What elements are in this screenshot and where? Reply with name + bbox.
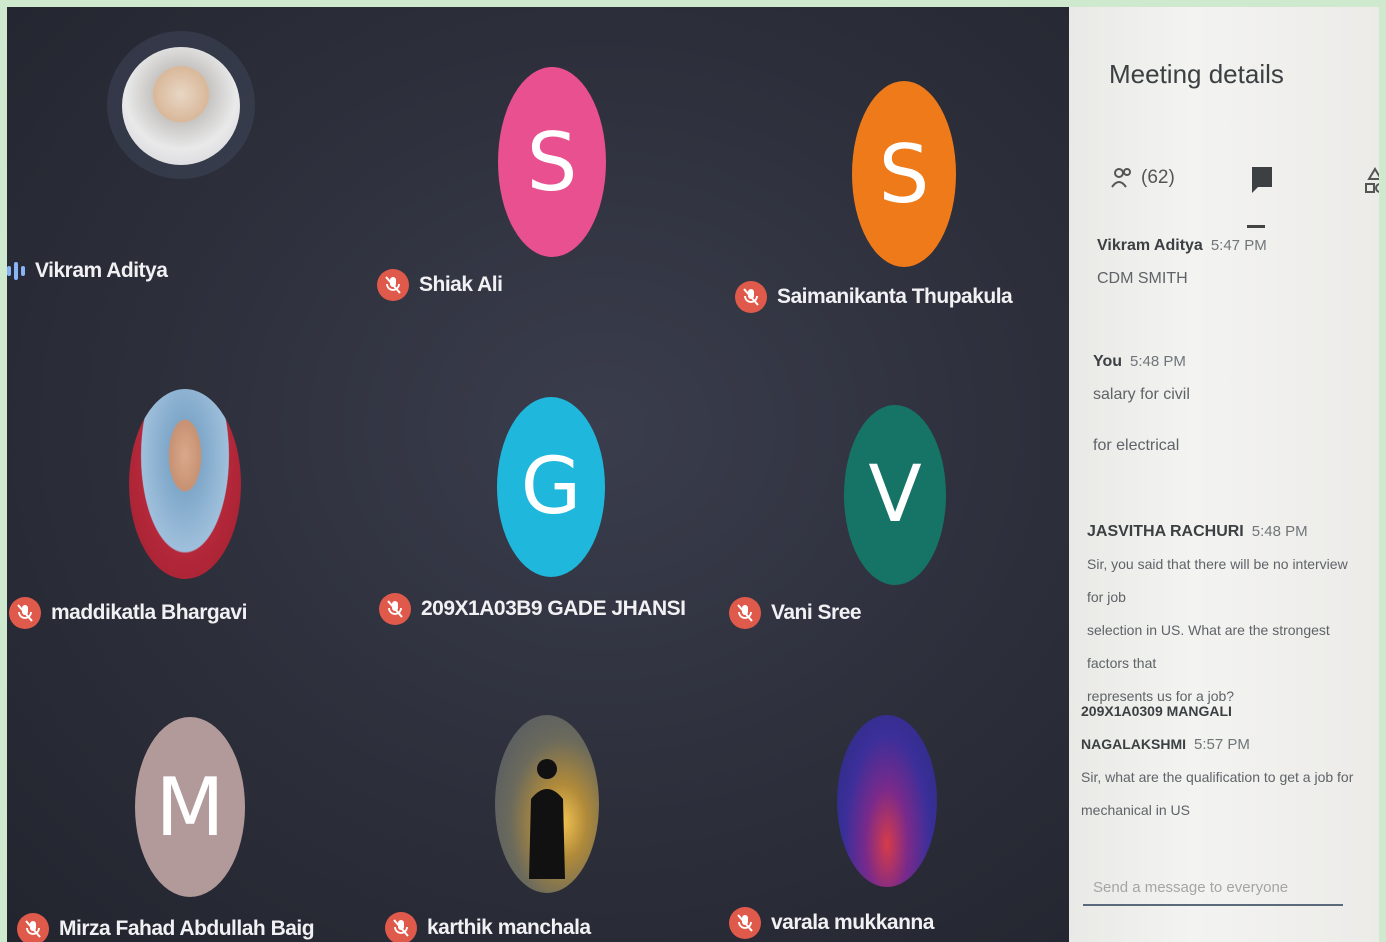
active-tab-indicator (1247, 225, 1265, 228)
participant-tile[interactable]: S Saimanikanta Thupakula (727, 7, 1087, 337)
message-text: Sir, you said that there will be no inte… (1087, 556, 1348, 605)
tab-chat[interactable] (1249, 165, 1275, 200)
message-text: selection in US. What are the strongest … (1087, 622, 1330, 671)
chat-message: JASVITHA RACHURI 5:48 PM Sir, you said th… (1087, 515, 1357, 713)
muted-mic-icon (735, 281, 767, 313)
participant-avatar: S (498, 67, 606, 257)
participant-tile[interactable]: V Vani Sree (727, 347, 1087, 657)
tab-activities[interactable] (1364, 167, 1379, 204)
avatar-initial: G (520, 442, 582, 532)
panel-title: Meeting details (1109, 59, 1284, 89)
avatar-initial: V (868, 450, 922, 540)
people-count: (62) (1141, 167, 1175, 188)
avatar-initial: S (526, 115, 578, 209)
muted-mic-icon (729, 907, 761, 939)
participant-photo (129, 389, 241, 579)
participant-name: maddikatla Bhargavi (51, 601, 247, 624)
participant-tile[interactable]: M Mirza Fahad Abdullah Baig (7, 667, 357, 942)
meeting-details-panel: Meeting details (62) Vikram Aditya 5:47 P… (1069, 7, 1379, 942)
participant-tile[interactable]: maddikatla Bhargavi (7, 347, 357, 657)
participant-name: Saimanikanta Thupakula (777, 285, 1013, 308)
participant-avatar: S (852, 81, 956, 267)
silhouette-icon (529, 759, 565, 879)
speaking-indicator-icon (7, 262, 25, 280)
muted-mic-icon (729, 597, 761, 629)
participant-avatar: G (497, 397, 605, 577)
participant-avatar: V (844, 405, 946, 585)
participant-name: Mirza Fahad Abdullah Baig (59, 917, 315, 940)
message-sender: Vikram Aditya (1097, 237, 1203, 254)
participant-name: varala mukkanna (771, 911, 934, 934)
muted-mic-icon (379, 593, 411, 625)
tab-people[interactable]: (62) (1109, 165, 1175, 191)
participant-name: Shiak Ali (419, 273, 503, 296)
message-text: mechanical in US (1081, 802, 1190, 818)
chat-message: Vikram Aditya 5:47 PM CDM SMITH (1097, 229, 1367, 295)
chat-message: 209X1A0309 MANGALI NAGALAKSHMI 5:57 PM Si… (1081, 695, 1371, 827)
avatar-initial: M (155, 760, 225, 854)
message-time: 5:47 PM (1210, 237, 1267, 254)
panel-tabs: (62) (1109, 165, 1379, 235)
muted-mic-icon (385, 912, 417, 942)
message-text: for electrical (1093, 437, 1180, 454)
meeting-window: Vikram Aditya S Shiak Ali S Saimanikanta… (7, 7, 1379, 942)
chat-icon (1252, 167, 1272, 193)
message-sender: JASVITHA RACHURI (1087, 523, 1244, 540)
muted-mic-icon (17, 913, 49, 942)
message-sender: You (1093, 353, 1123, 370)
message-text: CDM SMITH (1097, 270, 1188, 287)
participant-photo (495, 715, 599, 893)
participant-name: Vani Sree (771, 601, 862, 624)
avatar-initial: S (878, 127, 930, 221)
chat-message: You 5:48 PM salary for civil for electric… (1093, 345, 1363, 462)
participant-grid: Vikram Aditya S Shiak Ali S Saimanikanta… (7, 7, 1087, 942)
muted-mic-icon (9, 597, 41, 629)
message-text: salary for civil (1093, 386, 1190, 403)
participant-tile[interactable]: Vikram Aditya (7, 7, 357, 337)
chat-message-input[interactable]: Send a message to everyone (1083, 872, 1343, 906)
message-time: 5:57 PM (1194, 736, 1250, 753)
participant-name: Vikram Aditya (35, 259, 168, 282)
activities-icon (1365, 167, 1379, 193)
participant-photo (837, 715, 937, 887)
message-time: 5:48 PM (1130, 353, 1186, 370)
participant-avatar: M (135, 717, 245, 897)
participant-name: 209X1A03B9 GADE JHANSI (421, 597, 686, 620)
participant-tile[interactable]: G 209X1A03B9 GADE JHANSI (367, 347, 727, 657)
participant-photo (122, 47, 240, 165)
participant-tile[interactable]: S Shiak Ali (367, 7, 727, 337)
people-icon (1111, 168, 1131, 188)
muted-mic-icon (377, 269, 409, 301)
message-text: Sir, what are the qualification to get a… (1081, 769, 1354, 785)
participant-tile[interactable]: varala mukkanna (727, 667, 1087, 942)
participant-name: karthik manchala (427, 916, 591, 939)
message-time: 5:48 PM (1251, 523, 1308, 540)
participant-tile[interactable]: karthik manchala (367, 667, 727, 942)
